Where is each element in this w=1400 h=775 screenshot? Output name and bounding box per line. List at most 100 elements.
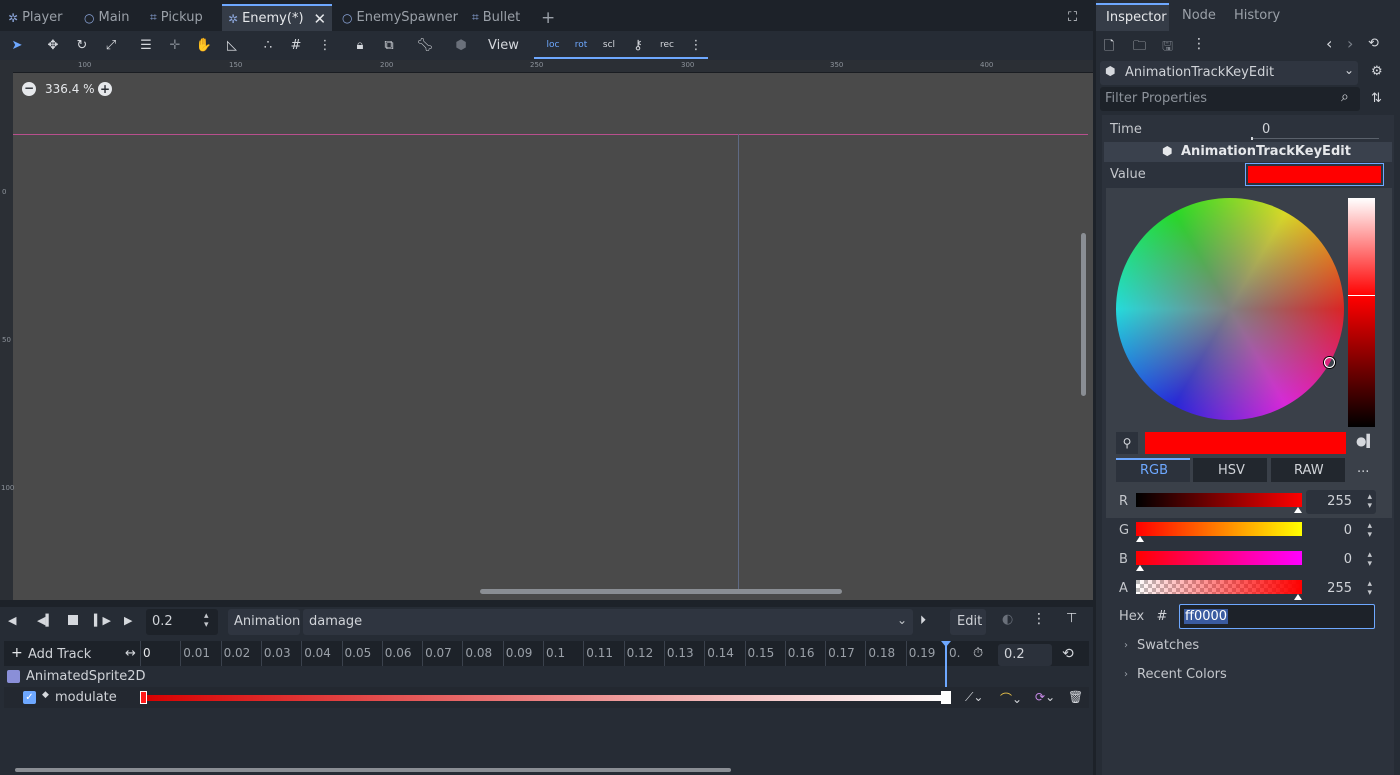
add-track-icon[interactable]: + [11,645,23,661]
channel-slider[interactable] [1136,580,1302,594]
tab-rgb[interactable]: RGB [1116,458,1190,482]
timeline-ruler[interactable]: 0 0.01 0.02 0.03 0.04 0.05 0.06 0.07 0.08 0.09 0.1… [140,641,960,666]
value-color-button[interactable] [1245,163,1384,186]
edit-menu-button[interactable]: Edit [950,609,986,635]
tab-raw[interactable]: RAW [1271,458,1345,482]
ruler-mode-icon[interactable]: ◺ [221,34,243,56]
value-slider-handle[interactable] [1348,295,1375,296]
eyedropper-icon[interactable]: ⚲ [1116,432,1138,454]
tab-node[interactable]: Node [1182,8,1216,23]
tab-player[interactable]: ✲ Player [8,4,72,31]
channel-slider[interactable] [1136,551,1302,565]
key-location-icon[interactable]: loc [542,34,564,56]
onion-options-icon[interactable]: ⋮ [1032,611,1046,627]
channel-value-field[interactable]: 0 ▴ ▾ [1306,548,1376,572]
animation-length-field[interactable]: 0.2 [998,644,1052,666]
view-menu[interactable]: View [488,38,519,53]
play-icon[interactable]: ▶ [124,614,132,627]
insert-key-icon[interactable]: ⚷ [627,34,649,56]
swatches-section[interactable]: Swatches [1137,638,1199,653]
distraction-free-icon[interactable]: ⛶ [1068,4,1086,31]
tab-enemyspawner[interactable]: ○ EnemySpawner [342,4,458,31]
play-backwards-icon[interactable]: ◀▍ [37,614,54,627]
resource-menu-icon[interactable]: ⋮ [1192,36,1206,52]
delete-track-icon[interactable]: 🗑︎ [1068,690,1083,704]
spin-arrows-icon[interactable]: ▴ ▾ [204,612,209,630]
viewport-hscrollbar[interactable] [480,589,842,594]
loop-icon[interactable]: ⟲ [1062,646,1074,662]
zoom-in-button[interactable]: + [98,82,112,96]
keyframe-end[interactable] [941,691,951,704]
key-scale-icon[interactable]: scl [598,34,620,56]
tab-main[interactable]: ○ Main [84,4,140,31]
track-enable-checkbox[interactable]: ✓ [23,691,36,704]
channel-value-field[interactable]: 255 ▴ ▾ [1306,577,1376,601]
keying-options-icon[interactable]: ⋮ [685,34,707,56]
hex-input[interactable]: ff0000 [1179,604,1375,629]
animation-menu-button[interactable]: Animation [228,609,300,635]
channel-value-field[interactable]: 0 ▴ ▾ [1306,519,1376,543]
interpolation-mode-icon[interactable]: ⟋⌄ [965,690,983,705]
spin-arrows-icon[interactable]: ▴ ▾ [1367,493,1372,511]
grid-snap-icon[interactable]: # [285,34,307,56]
spin-arrows-icon[interactable]: ▴ ▾ [1367,551,1372,569]
zoom-level[interactable]: 336.4 % [45,82,95,96]
loop-wrap-icon[interactable]: ⟳⌄ [1035,690,1055,704]
animation-select[interactable]: damage ⌄ [303,609,913,635]
time-field[interactable]: 0 [1247,118,1387,142]
select-mode-icon[interactable]: ➤ [6,34,28,56]
canvas-viewport[interactable] [0,60,1093,600]
skeleton-icon[interactable]: 🦴︎ [414,34,436,56]
spin-arrows-icon[interactable]: ▴ ▾ [1367,522,1372,540]
object-selector[interactable]: ⬢ AnimationTrackKeyEdit ⌄ [1100,61,1358,85]
autoplay-icon[interactable]: ⏵ [920,613,926,628]
channel-slider[interactable] [1136,493,1302,507]
filter-properties-input[interactable]: Filter Properties ⌕ [1100,87,1360,111]
playback-time-field[interactable]: 0.2 ▴ ▾ [146,609,218,635]
spin-arrows-icon[interactable]: ▴ ▾ [1367,580,1372,598]
recent-history-icon[interactable]: ⟲ [1368,36,1379,51]
history-forward-icon[interactable]: › [1347,34,1353,53]
add-scene-tab-icon[interactable]: + [541,4,559,31]
timeline-hscrollbar[interactable] [15,768,731,772]
tab-inspector[interactable]: Inspector [1096,3,1169,31]
key-rotation-icon[interactable]: rot [570,34,592,56]
tab-enemy[interactable]: ✲ Enemy(*) ✕ [222,4,332,31]
keyframe-start[interactable] [140,691,147,704]
scale-mode-icon[interactable]: ⤢ [100,34,122,56]
zoom-out-button[interactable]: − [22,82,36,96]
play-backwards-from-end-icon[interactable]: ◀ [8,614,16,627]
picker-shape-icon[interactable]: ●▍ [1356,434,1376,448]
value-slider[interactable] [1348,198,1375,427]
tab-bullet[interactable]: ⌗ Bullet [472,4,532,31]
timeline-zoom-icon[interactable]: ↔ [125,646,136,661]
close-tab-icon[interactable]: ✕ [314,10,327,28]
camera-override-icon[interactable]: ⬢ [450,34,472,56]
save-icon[interactable]: 🖫 [1162,37,1173,59]
selectable-nodes-icon[interactable]: ☰ [135,34,157,56]
pivot-mode-icon[interactable]: ✛ [164,34,186,56]
onion-skin-icon[interactable]: ◐ [1002,612,1013,627]
channel-slider[interactable] [1136,522,1302,536]
update-mode-icon[interactable]: ⌒⌄ [1000,690,1022,707]
new-resource-icon[interactable]: 🗋 [1104,37,1114,59]
picker-more-button[interactable]: ... [1357,461,1369,476]
group-icon[interactable]: ⧉ [378,34,400,56]
tab-pickup[interactable]: ⌗ Pickup [150,4,214,31]
rotate-mode-icon[interactable]: ↻ [71,34,93,56]
stop-icon[interactable] [68,615,78,625]
smart-snap-icon[interactable]: ∴ [257,34,279,56]
more-options-icon[interactable]: ⋮ [314,34,336,56]
move-mode-icon[interactable]: ✥ [42,34,64,56]
lock-icon[interactable]: 🔒︎ [349,34,371,56]
tab-history[interactable]: History [1234,8,1280,23]
color-wheel[interactable] [1116,198,1344,420]
channel-value-field[interactable]: 255 ▴ ▾ [1306,490,1376,514]
play-from-start-icon[interactable]: ▍▶ [94,614,111,627]
auto-key-icon[interactable]: rec [656,34,678,56]
color-wheel-cursor[interactable] [1324,357,1335,368]
add-track-button[interactable]: Add Track [28,647,91,662]
viewport-vscrollbar[interactable] [1081,233,1086,396]
tab-hsv[interactable]: HSV [1193,458,1267,482]
inspector-options-icon[interactable]: ⇅ [1371,91,1382,106]
